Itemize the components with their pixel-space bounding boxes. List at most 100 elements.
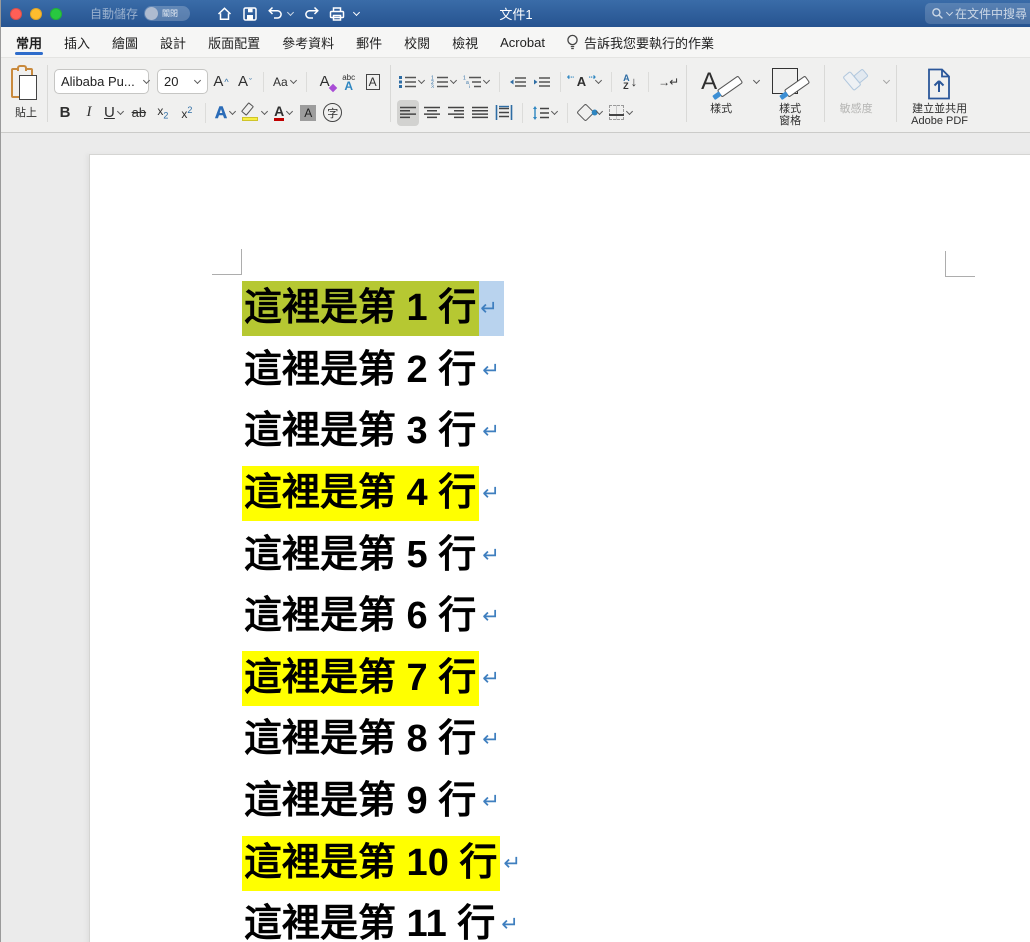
search-scope-chevron[interactable] bbox=[945, 8, 954, 16]
line-spacing-button[interactable] bbox=[530, 100, 560, 126]
font-color-icon: A bbox=[274, 102, 285, 121]
distribute-text-button[interactable] bbox=[493, 100, 515, 126]
minimize-window-button[interactable] bbox=[30, 7, 42, 20]
phonetic-guide-button[interactable]: abc A bbox=[338, 69, 360, 95]
font-name-combo[interactable]: Alibaba Pu... bbox=[54, 69, 150, 94]
clear-formatting-button[interactable]: A bbox=[314, 69, 337, 95]
adobe-label-1: 建立並共用 bbox=[912, 103, 968, 115]
print-button[interactable] bbox=[329, 6, 345, 22]
borders-button[interactable] bbox=[607, 100, 635, 126]
doc-line-3[interactable]: 這裡是第 3 行 ↵ bbox=[242, 401, 521, 463]
styles-button[interactable]: A 樣式 bbox=[693, 66, 749, 132]
tab-insert[interactable]: 插入 bbox=[53, 27, 101, 57]
decrease-indent-button[interactable] bbox=[507, 69, 529, 95]
customize-toolbar-button[interactable] bbox=[352, 8, 361, 16]
increase-indent-button[interactable] bbox=[531, 69, 553, 95]
save-button[interactable] bbox=[242, 6, 258, 22]
font-size-combo[interactable]: 20 bbox=[157, 69, 208, 94]
style-pane-label-1: 樣式 bbox=[779, 103, 802, 115]
toolbar-more-chevron bbox=[352, 8, 361, 16]
tab-design[interactable]: 設計 bbox=[149, 27, 197, 57]
doc-line-2[interactable]: 這裡是第 2 行 ↵ bbox=[242, 340, 521, 402]
multilevel-list-button[interactable]: 1ai bbox=[461, 69, 492, 95]
paragraph-mark: ↵ bbox=[482, 420, 500, 444]
doc-line-8-text[interactable]: 這裡是第 8 行 bbox=[242, 712, 479, 767]
tab-layout[interactable]: 版面配置 bbox=[197, 27, 271, 57]
clear-formatting-icon: A bbox=[320, 73, 337, 93]
doc-line-4-text[interactable]: 這裡是第 4 行 bbox=[242, 466, 480, 522]
autosave-label: 自動儲存 bbox=[90, 7, 139, 21]
tab-home[interactable]: 常用 bbox=[5, 27, 53, 57]
autosave-control[interactable]: 自動儲存 關閉 bbox=[90, 5, 191, 22]
tell-me-box[interactable]: 告訴我您要執行的作業 bbox=[566, 33, 714, 52]
home-button[interactable] bbox=[216, 6, 233, 22]
doc-line-1[interactable]: 這裡是第 1 行 ↵ bbox=[242, 278, 521, 340]
tab-acrobat[interactable]: Acrobat bbox=[489, 27, 556, 57]
change-case-button[interactable]: Aa bbox=[271, 69, 299, 95]
character-shading-button[interactable]: A bbox=[297, 100, 319, 126]
doc-line-6[interactable]: 這裡是第 6 行 ↵ bbox=[242, 586, 521, 648]
document-text-block: 這裡是第 1 行 ↵ 這裡是第 2 行 ↵ 這裡是第 3 行 ↵ 這裡是第 4 行 ↵ … bbox=[242, 278, 521, 942]
show-formatting-marks-button[interactable]: →↵ bbox=[656, 69, 680, 95]
close-window-button[interactable] bbox=[10, 7, 22, 20]
font-color-button[interactable]: A bbox=[272, 100, 295, 126]
tab-mailings[interactable]: 郵件 bbox=[345, 27, 393, 57]
justify-button[interactable] bbox=[469, 100, 491, 126]
subscript-button[interactable]: x2 bbox=[152, 100, 174, 126]
align-center-icon bbox=[423, 106, 440, 119]
doc-line-11[interactable]: 這裡是第 11 行 ↵ bbox=[242, 894, 521, 942]
doc-line-7[interactable]: 這裡是第 7 行 ↵ bbox=[242, 648, 521, 710]
create-share-adobe-pdf-button[interactable]: 建立並共用 Adobe PDF bbox=[903, 66, 976, 127]
doc-line-5-text[interactable]: 這裡是第 5 行 bbox=[242, 528, 479, 583]
grow-font-button[interactable]: A ^ bbox=[210, 69, 232, 95]
align-center-button[interactable] bbox=[421, 100, 443, 126]
bold-button[interactable]: B bbox=[54, 100, 76, 126]
doc-line-6-text[interactable]: 這裡是第 6 行 bbox=[242, 589, 479, 644]
doc-line-3-text[interactable]: 這裡是第 3 行 bbox=[242, 404, 479, 459]
shrink-font-button[interactable]: Aˇ bbox=[234, 69, 256, 95]
tab-view[interactable]: 檢視 bbox=[441, 27, 489, 57]
tab-references[interactable]: 參考資料 bbox=[271, 27, 345, 57]
doc-line-8[interactable]: 這裡是第 8 行 ↵ bbox=[242, 709, 521, 771]
doc-line-7-text[interactable]: 這裡是第 7 行 bbox=[242, 650, 480, 706]
asian-layout-button[interactable]: A bbox=[567, 69, 604, 95]
doc-line-10[interactable]: 這裡是第 10 行 ↵ bbox=[242, 832, 521, 894]
sort-button[interactable]: A Z ↓ bbox=[619, 69, 641, 95]
style-pane-button[interactable]: 樣式 窗格 bbox=[762, 66, 818, 132]
zoom-window-button[interactable] bbox=[50, 7, 62, 20]
character-border-button[interactable]: A bbox=[362, 69, 384, 95]
doc-line-10-text[interactable]: 這裡是第 10 行 bbox=[242, 835, 501, 891]
paragraph-mark: ↵ bbox=[482, 790, 500, 814]
highlight-button[interactable] bbox=[240, 100, 270, 126]
strikethrough-button[interactable]: ab bbox=[128, 100, 150, 126]
tab-review[interactable]: 校閱 bbox=[393, 27, 441, 57]
doc-line-5[interactable]: 這裡是第 5 行 ↵ bbox=[242, 524, 521, 586]
phonetic-guide-icon: abc A bbox=[342, 72, 356, 93]
numbering-button[interactable]: 123 bbox=[429, 69, 459, 95]
search-input[interactable]: 在文件中搜尋 bbox=[925, 3, 1030, 24]
redo-button[interactable] bbox=[302, 6, 320, 21]
undo-button[interactable] bbox=[267, 6, 295, 21]
undo-dropdown-chevron[interactable] bbox=[286, 8, 295, 16]
doc-line-1-text[interactable]: 這裡是第 1 行 bbox=[242, 281, 480, 337]
doc-line-9-text[interactable]: 這裡是第 9 行 bbox=[242, 774, 479, 829]
doc-line-9[interactable]: 這裡是第 9 行 ↵ bbox=[242, 771, 521, 833]
align-right-button[interactable] bbox=[445, 100, 467, 126]
paragraph-mark: ↵ bbox=[501, 913, 519, 937]
doc-line-11-text[interactable]: 這裡是第 11 行 bbox=[242, 897, 498, 942]
tab-draw[interactable]: 繪圖 bbox=[101, 27, 149, 57]
doc-line-2-text[interactable]: 這裡是第 2 行 bbox=[242, 343, 479, 398]
styles-dropdown-chevron[interactable] bbox=[753, 76, 761, 85]
doc-line-4[interactable]: 這裡是第 4 行 ↵ bbox=[242, 463, 521, 525]
document-page[interactable]: 這裡是第 1 行 ↵ 這裡是第 2 行 ↵ 這裡是第 3 行 ↵ 這裡是第 4 行 ↵ … bbox=[89, 154, 1030, 942]
align-left-button[interactable] bbox=[396, 99, 419, 126]
text-effects-button[interactable]: A bbox=[213, 100, 238, 126]
superscript-button[interactable]: x2 bbox=[176, 100, 198, 126]
italic-button[interactable]: I bbox=[78, 100, 100, 126]
paste-button[interactable]: 貼上 bbox=[11, 65, 41, 120]
autosave-toggle[interactable]: 關閉 bbox=[144, 6, 191, 21]
underline-button[interactable]: U bbox=[102, 100, 126, 126]
enclose-characters-button[interactable]: 字 bbox=[321, 100, 344, 126]
bullets-button[interactable] bbox=[397, 69, 427, 95]
shading-button[interactable] bbox=[575, 100, 605, 126]
